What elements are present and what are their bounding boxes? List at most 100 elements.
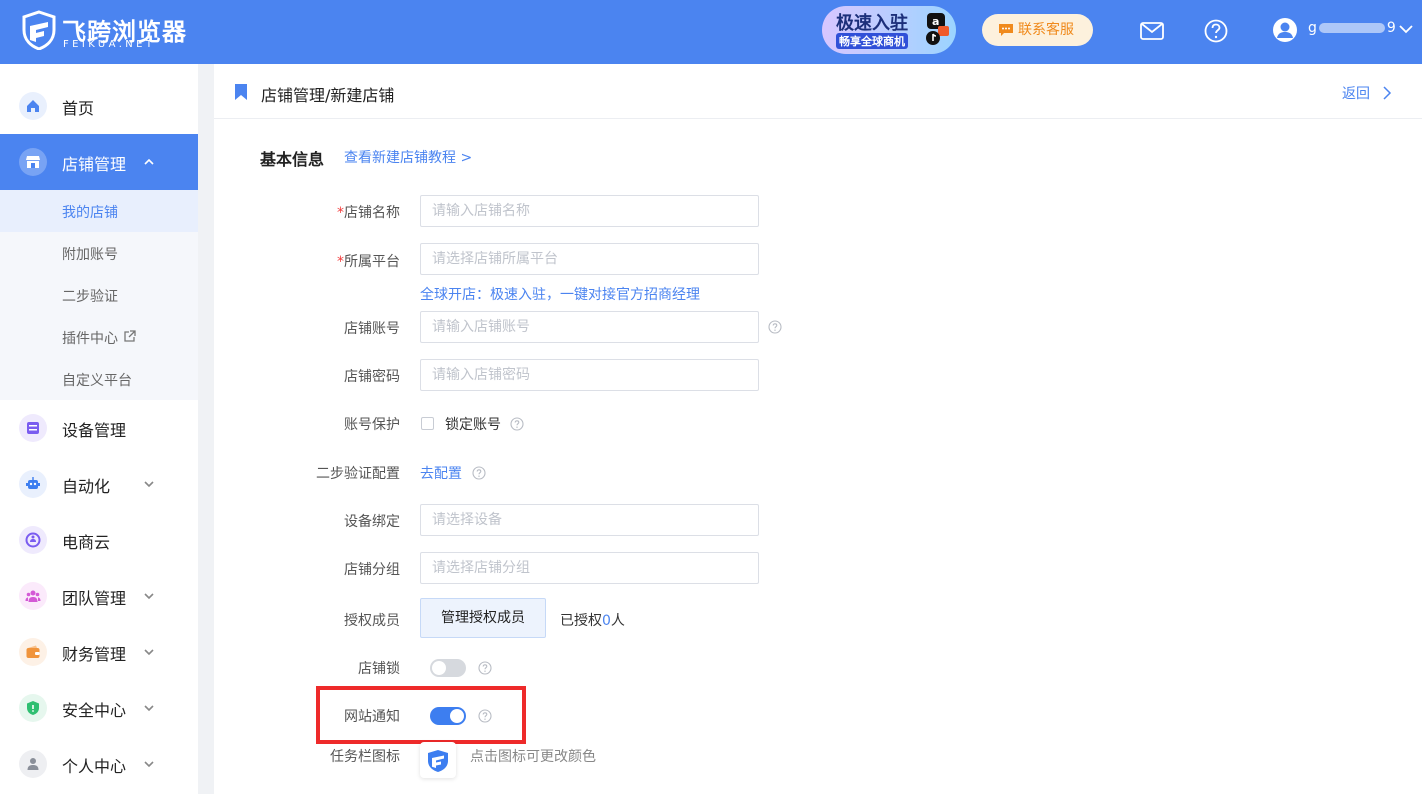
sidebar: 首页 店铺管理 我的店铺 附加账号 二步验证 插件中心 自定义平台 设备管理 自… (0, 64, 198, 794)
sidebar-item-label: 安全中心 (62, 701, 127, 720)
chevron-down-icon (144, 593, 154, 600)
help-icon[interactable] (1203, 18, 1229, 44)
store-submenu: 我的店铺 附加账号 二步验证 插件中心 自定义平台 (0, 190, 198, 400)
two-step-label: 二步验证配置 (316, 466, 400, 482)
cloud-icon (19, 526, 47, 554)
global-store-hint-link[interactable]: 全球开店：极速入驻，一键对接官方招商经理 (420, 284, 700, 304)
submenu-item-plugins[interactable]: 插件中心 (0, 316, 198, 358)
username[interactable]: g9 (1308, 20, 1396, 36)
submenu-item-my-stores[interactable]: 我的店铺 (0, 190, 198, 232)
top-header: 飞跨浏览器 FEIKUA.NET 极速入驻 畅享全球商机 a 联系客服 g 9 (0, 0, 1422, 64)
store-lock-label: 店铺锁 (358, 661, 400, 677)
store-icon (19, 148, 47, 176)
sidebar-item-label: 设备管理 (62, 421, 127, 440)
promo-banner[interactable]: 极速入驻 畅享全球商机 a (822, 6, 956, 54)
lock-account-checkbox[interactable] (421, 417, 434, 430)
platform-badges-icon: a (926, 13, 949, 45)
manage-members-button[interactable]: 管理授权成员 (420, 598, 546, 638)
sidebar-item-device-management[interactable]: 设备管理 (0, 400, 198, 456)
device-select[interactable] (420, 504, 759, 536)
chevron-up-icon (144, 158, 154, 165)
taskbar-icon-picker[interactable] (420, 742, 456, 778)
sidebar-item-finance-management[interactable]: 财务管理 (0, 624, 198, 680)
help-icon[interactable] (478, 661, 492, 675)
team-icon (19, 582, 47, 610)
person-icon (19, 750, 47, 778)
logo-subtitle: FEIKUA.NET (63, 39, 156, 50)
breadcrumb-bar: 店铺管理/新建店铺 返回 (214, 64, 1422, 119)
logo[interactable]: 飞跨浏览器 FEIKUA.NET (22, 10, 192, 54)
chevron-down-icon (144, 705, 154, 712)
account-label: 店铺账号 (344, 321, 400, 337)
promo-title: 极速入驻 (836, 13, 908, 34)
chevron-down-icon (144, 761, 154, 768)
authorized-number: 0 (602, 613, 611, 629)
password-input[interactable] (420, 359, 759, 391)
help-icon[interactable] (510, 417, 524, 431)
taskbar-icon-hint: 点击图标可更改颜色 (470, 749, 596, 765)
protection-label: 账号保护 (344, 417, 400, 433)
main-content: 店铺管理/新建店铺 返回 基本信息 查看新建店铺教程 > * 店铺名称 *所属平台… (214, 64, 1422, 794)
configure-two-step-link[interactable]: 去配置 (420, 463, 462, 483)
tutorial-link[interactable]: 查看新建店铺教程 > (344, 147, 472, 167)
chevron-down-icon (144, 481, 154, 488)
back-link[interactable]: 返回 (1342, 83, 1370, 103)
submenu-item-extra-accounts[interactable]: 附加账号 (0, 232, 198, 274)
group-label: 店铺分组 (344, 562, 400, 578)
platform-label: *所属平台 (214, 251, 400, 271)
sidebar-item-security-center[interactable]: 安全中心 (0, 680, 198, 736)
platform-label-text: 所属平台 (344, 254, 400, 270)
account-input[interactable] (420, 311, 759, 343)
mail-icon[interactable] (1139, 18, 1165, 44)
group-select[interactable] (420, 552, 759, 584)
submenu-item-custom-platform[interactable]: 自定义平台 (0, 358, 198, 400)
sidebar-item-ecommerce-cloud[interactable]: 电商云 (0, 512, 198, 568)
submenu-item-label: 自定义平台 (62, 373, 132, 389)
authorized-prefix: 已授权 (560, 613, 602, 629)
wallet-icon (19, 638, 47, 666)
store-name-input[interactable] (420, 195, 759, 227)
taskbar-shield-icon (428, 750, 448, 772)
sidebar-item-label: 店铺管理 (62, 155, 127, 174)
password-label: 店铺密码 (344, 369, 400, 385)
sidebar-item-personal-center[interactable]: 个人中心 (0, 736, 198, 792)
section-title: 基本信息 (260, 150, 325, 169)
sidebar-item-label: 团队管理 (62, 589, 127, 608)
store-name-label-text: 店铺名称 (344, 205, 400, 221)
submenu-item-two-step[interactable]: 二步验证 (0, 274, 198, 316)
sidebar-item-label: 财务管理 (62, 645, 127, 664)
chevron-right-icon[interactable] (1382, 86, 1392, 100)
sidebar-item-team-management[interactable]: 团队管理 (0, 568, 198, 624)
store-lock-toggle[interactable] (430, 659, 466, 677)
submenu-item-label: 插件中心 (62, 331, 118, 347)
breadcrumb: 店铺管理/新建店铺 (261, 86, 395, 105)
sidebar-item-automation[interactable]: 自动化 (0, 456, 198, 512)
home-icon (19, 92, 47, 120)
sidebar-item-store-management[interactable]: 店铺管理 (0, 134, 198, 190)
robot-icon (19, 470, 47, 498)
user-avatar-icon[interactable] (1272, 17, 1298, 43)
promo-subtitle: 畅享全球商机 (836, 33, 908, 49)
chevron-down-icon (144, 649, 154, 656)
contact-support-label: 联系客服 (1018, 22, 1074, 38)
submenu-item-label: 二步验证 (62, 289, 118, 305)
sidebar-item-home[interactable]: 首页 (0, 78, 198, 134)
authorized-suffix: 人 (610, 613, 625, 629)
platform-select[interactable] (420, 243, 759, 275)
username-masked (1318, 23, 1385, 33)
toggle-knob (432, 661, 446, 675)
contact-support-button[interactable]: 联系客服 (982, 14, 1093, 46)
help-icon[interactable] (768, 320, 782, 334)
svg-text:a: a (932, 15, 939, 28)
sidebar-item-label: 电商云 (62, 533, 111, 552)
sidebar-item-label: 自动化 (62, 477, 111, 496)
bookmark-icon (235, 84, 247, 100)
help-icon[interactable] (472, 466, 486, 480)
username-prefix: g (1308, 20, 1317, 36)
username-suffix: 9 (1386, 20, 1396, 36)
lock-account-label[interactable]: 锁定账号 (445, 414, 501, 434)
caret-down-icon[interactable] (1399, 24, 1413, 34)
logo-shield-icon (22, 10, 56, 50)
required-mark: * (337, 254, 344, 270)
external-link-icon (124, 330, 136, 342)
